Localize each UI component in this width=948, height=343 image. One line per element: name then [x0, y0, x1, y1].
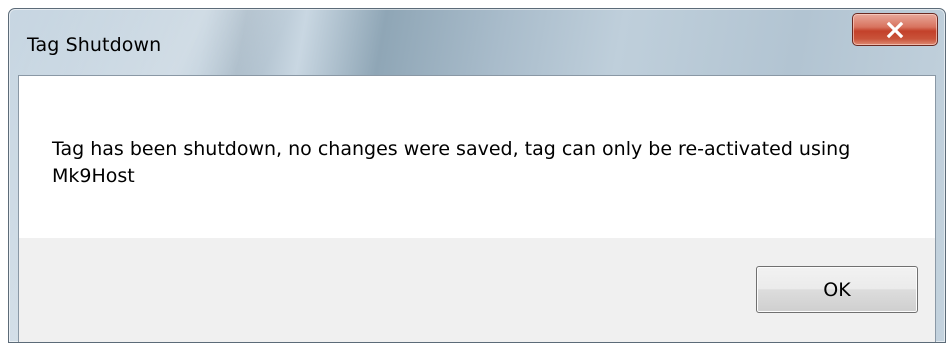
- dialog-title: Tag Shutdown: [27, 34, 162, 56]
- dialog-window: Tag Shutdown Tag has been shutdown, no c…: [8, 8, 946, 343]
- message-text: Tag has been shutdown, no changes were s…: [52, 138, 851, 187]
- close-button[interactable]: [852, 13, 938, 46]
- message-area: Tag has been shutdown, no changes were s…: [19, 76, 935, 238]
- close-icon: [886, 21, 904, 38]
- ok-button[interactable]: OK: [756, 266, 918, 313]
- title-bar[interactable]: Tag Shutdown: [9, 9, 945, 75]
- dialog-body: Tag has been shutdown, no changes were s…: [18, 75, 936, 342]
